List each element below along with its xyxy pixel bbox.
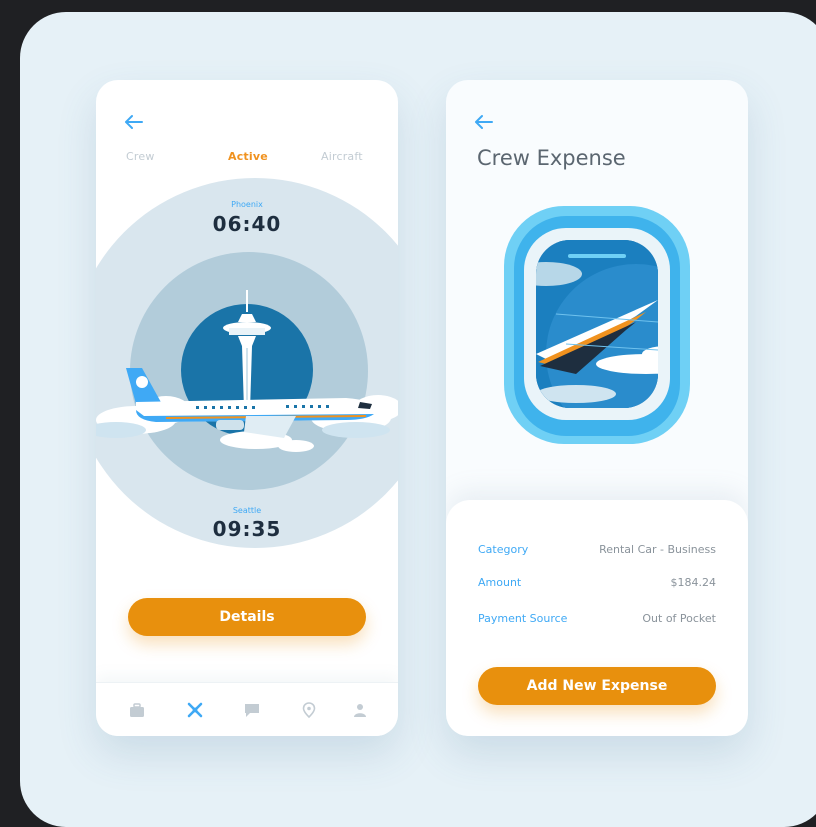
- page-title: Crew Expense: [477, 146, 626, 170]
- tab-aircraft[interactable]: Aircraft: [321, 150, 363, 163]
- tab-active[interactable]: Active: [228, 150, 268, 163]
- details-button[interactable]: Details: [128, 598, 366, 636]
- departure-city: Phoenix: [231, 200, 263, 209]
- expense-screen: Crew Expense Category Rental Car - Busin…: [446, 80, 748, 736]
- bottom-nav: [96, 682, 398, 736]
- briefcase-icon[interactable]: [128, 701, 146, 719]
- user-icon[interactable]: [351, 701, 369, 719]
- tab-crew[interactable]: Crew: [126, 150, 155, 163]
- plane-icon[interactable]: [186, 701, 204, 719]
- location-pin-icon[interactable]: [300, 701, 318, 719]
- back-arrow-icon[interactable]: [474, 114, 494, 130]
- add-new-expense-button[interactable]: Add New Expense: [478, 667, 716, 705]
- payment-source-label: Payment Source: [478, 612, 568, 625]
- departure-time: 06:40: [212, 212, 282, 236]
- arrival-city: Seattle: [232, 506, 262, 515]
- category-value[interactable]: Rental Car - Business: [599, 543, 716, 556]
- payment-source-value[interactable]: Out of Pocket: [642, 612, 716, 625]
- amount-value[interactable]: $184.24: [671, 576, 717, 589]
- seattle-flight-illustration: [96, 290, 398, 452]
- airplane-window-illustration: [504, 206, 690, 444]
- amount-label: Amount: [478, 576, 522, 589]
- back-arrow-icon[interactable]: [124, 114, 144, 130]
- background-panel: Crew Active Aircraft Phoenix 06:40 Seatt…: [20, 12, 816, 827]
- arrival-time: 09:35: [212, 517, 282, 541]
- flight-screen: Crew Active Aircraft Phoenix 06:40 Seatt…: [96, 80, 398, 736]
- chat-icon[interactable]: [243, 701, 261, 719]
- category-label: Category: [478, 543, 529, 556]
